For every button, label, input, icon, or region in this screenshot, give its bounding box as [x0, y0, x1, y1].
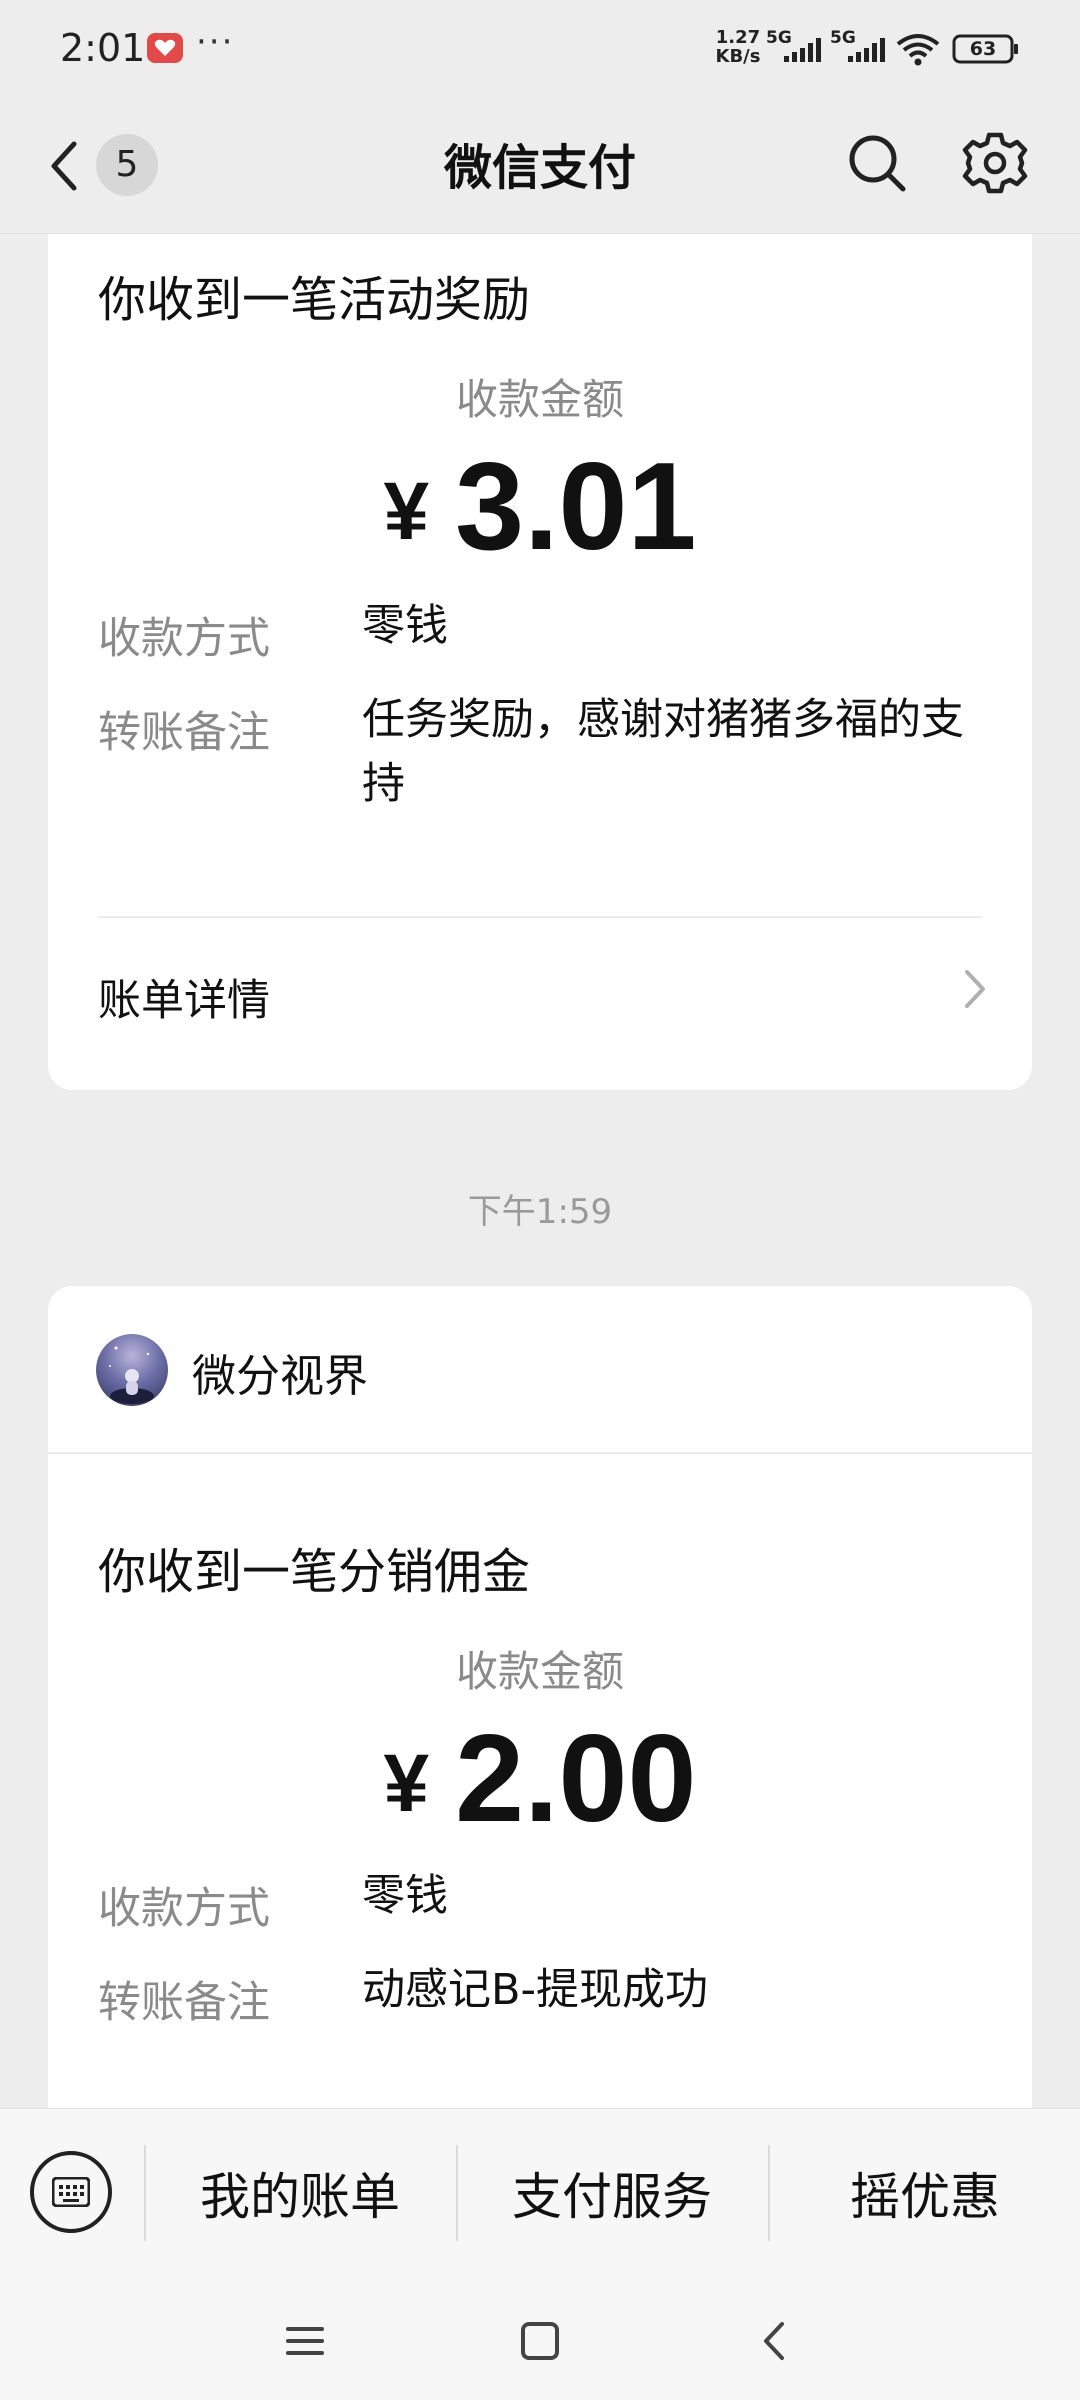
- signal-bars-icon: [848, 38, 885, 62]
- bottom-menu: 我的账单 支付服务 摇优惠: [0, 2108, 1080, 2282]
- network-speed: 1.27 KB/s: [712, 28, 764, 66]
- payment-message-card[interactable]: 你收到一笔活动奖励 收款金额 ¥3.01 收款方式 零钱 转账备注 任务奖励，感…: [48, 234, 1032, 1090]
- message-timestamp: 下午1:59: [467, 1192, 613, 1232]
- payment-message-card[interactable]: 微分视界 你收到一笔分销佣金 收款金额 ¥2.00 收款方式 零钱 转账备注 动…: [48, 1286, 1032, 2108]
- battery-icon: 63: [952, 34, 1020, 64]
- system-nav-bar: [0, 2282, 1080, 2400]
- transfer-note-label: 转账备注: [98, 1978, 270, 2028]
- status-bar: 2:01 ··· 1.27 KB/s 5G 5G 63: [0, 0, 1080, 100]
- amount-label: 收款金额: [455, 1647, 624, 1696]
- transfer-note-value: 任务奖励，感谢对猪猪多福的支持: [362, 695, 964, 809]
- status-time: 2:01: [60, 26, 146, 70]
- payment-method-value: 零钱: [362, 601, 448, 651]
- merchant-avatar[interactable]: [96, 1334, 168, 1406]
- keyboard-toggle-button[interactable]: [30, 2151, 112, 2233]
- back-icon[interactable]: [752, 2318, 798, 2364]
- menu-shake-deals[interactable]: 摇优惠: [770, 2157, 1080, 2237]
- battery-level: 63: [969, 38, 997, 60]
- network-speed-unit: KB/s: [715, 46, 761, 67]
- payment-method-label: 收款方式: [98, 614, 270, 664]
- bill-details-link[interactable]: 账单详情: [98, 966, 270, 1028]
- page-title: 微信支付: [443, 140, 636, 196]
- currency-symbol: ¥: [383, 466, 430, 557]
- signal-1: 5G: [766, 28, 826, 64]
- amount-value: 2.00: [455, 1710, 697, 1848]
- merchant-name[interactable]: 微分视界: [192, 1340, 368, 1404]
- amount: ¥2.00: [48, 1708, 1032, 1850]
- search-icon[interactable]: [846, 132, 908, 194]
- transfer-note-label: 转账备注: [98, 708, 270, 758]
- menu-my-bills[interactable]: 我的账单: [146, 2157, 454, 2237]
- card-divider: [98, 916, 982, 918]
- home-icon[interactable]: [517, 2318, 563, 2364]
- app-notification-icon: [147, 33, 183, 63]
- signal-2: 5G: [830, 28, 890, 64]
- amount-label: 收款金额: [455, 375, 624, 424]
- network-speed-value: 1.27: [715, 27, 761, 48]
- amount: ¥3.01: [48, 436, 1032, 578]
- header: 5 微信支付: [0, 100, 1080, 234]
- wifi-icon: [896, 34, 940, 66]
- message-title: 你收到一笔活动奖励: [98, 272, 531, 328]
- keyboard-icon: [52, 2177, 90, 2207]
- currency-symbol: ¥: [383, 1738, 430, 1829]
- card-header-divider: [48, 1452, 1032, 1454]
- menu-payment-services[interactable]: 支付服务: [458, 2157, 766, 2237]
- payment-method-label: 收款方式: [98, 1884, 270, 1934]
- menu-icon[interactable]: [282, 2318, 328, 2364]
- message-title: 你收到一笔分销佣金: [98, 1544, 531, 1600]
- gear-icon[interactable]: [962, 130, 1028, 196]
- chevron-right-icon: [965, 970, 985, 1008]
- signal-bars-icon: [784, 38, 821, 62]
- status-more-icon: ···: [196, 22, 235, 62]
- transfer-note-value: 动感记B-提现成功: [362, 1965, 709, 2015]
- payment-method-value: 零钱: [362, 1871, 448, 1921]
- message-list[interactable]: 你收到一笔活动奖励 收款金额 ¥3.01 收款方式 零钱 转账备注 任务奖励，感…: [0, 234, 1080, 2108]
- amount-value: 3.01: [455, 438, 697, 576]
